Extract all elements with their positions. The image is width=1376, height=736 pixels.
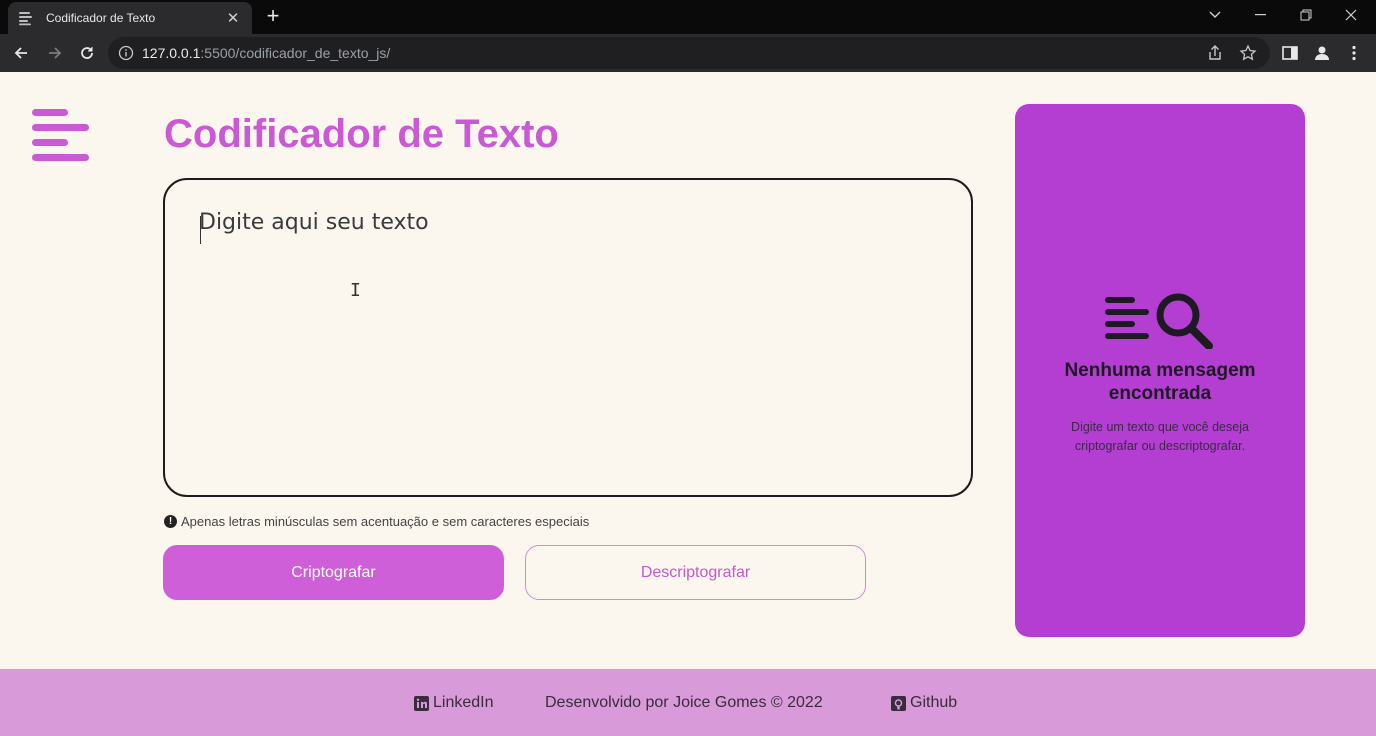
footer-credit: Desenvolvido por Joice Gomes © 2022 (545, 694, 823, 711)
encrypt-button[interactable]: Criptografar (163, 545, 504, 600)
reload-icon (81, 47, 93, 59)
browser-titlebar: Codificador de Texto ✕ + (0, 0, 1376, 34)
close-icon (1345, 9, 1357, 21)
new-tab-button[interactable]: + (262, 5, 284, 29)
minimize-icon (1255, 14, 1266, 16)
menu-kebab-icon[interactable] (1345, 44, 1363, 62)
arrow-left-icon (14, 47, 27, 59)
site-info-icon[interactable] (118, 45, 134, 61)
restore-icon (1300, 9, 1312, 21)
url-text: 127.0.0.1:5500/codificador_de_texto_js/ (142, 45, 390, 61)
minimize-button[interactable] (1238, 0, 1284, 30)
tab-search-button[interactable] (1192, 0, 1238, 30)
tab-title: Codificador de Texto (46, 11, 156, 25)
github-link[interactable]: Github (891, 694, 957, 712)
footer: LinkedIn Desenvolvido por Joice Gomes © … (0, 669, 1376, 736)
restore-button[interactable] (1283, 0, 1329, 30)
url-host: 127.0.0.1 (142, 45, 201, 61)
chevron-down-icon (1209, 11, 1221, 18)
page-content: Codificador de Texto I ! Apenas letras m… (0, 72, 1376, 669)
no-message-title: Nenhuma mensagem encontrada (1064, 360, 1256, 404)
decrypt-button[interactable]: Descriptografar (525, 545, 866, 600)
browser-tab[interactable]: Codificador de Texto ✕ (8, 2, 252, 34)
output-panel: Nenhuma mensagem encontrada Digite um te… (1015, 104, 1305, 637)
page-title: Codificador de Texto (164, 112, 559, 156)
address-bar[interactable]: 127.0.0.1:5500/codificador_de_texto_js/ (108, 37, 1270, 69)
url-path: :5500/codificador_de_texto_js/ (200, 45, 391, 61)
back-button[interactable] (6, 38, 36, 68)
share-icon[interactable] (1206, 44, 1224, 62)
linkedin-link[interactable]: LinkedIn (414, 694, 494, 712)
input-warning: ! Apenas letras minúsculas sem acentuaçã… (164, 514, 589, 529)
github-label: Github (910, 694, 958, 711)
text-input-box[interactable]: I (163, 178, 973, 497)
github-icon (891, 695, 906, 711)
no-message-text: Digite um texto que você deseja criptogr… (1071, 420, 1249, 453)
exclamation-icon: ! (164, 515, 177, 528)
search-lines-icon (1105, 293, 1213, 349)
reload-button[interactable] (72, 38, 102, 68)
tab-close-icon[interactable]: ✕ (224, 9, 242, 27)
arrow-right-icon (49, 47, 62, 59)
browser-toolbar: 127.0.0.1:5500/codificador_de_texto_js/ (0, 34, 1376, 72)
text-caret (200, 216, 201, 244)
lines-logo-icon[interactable] (32, 108, 90, 166)
warning-text: Apenas letras minúsculas sem acentuação … (181, 514, 590, 529)
profile-icon[interactable] (1313, 44, 1331, 62)
close-window-button[interactable] (1328, 0, 1374, 30)
page-favicon-icon (19, 12, 32, 26)
bookmark-star-icon[interactable] (1239, 44, 1257, 62)
forward-button[interactable] (40, 38, 70, 68)
side-panel-icon[interactable] (1281, 44, 1299, 62)
ibeam-cursor-icon: I (350, 280, 361, 301)
linkedin-label: LinkedIn (433, 694, 494, 711)
text-input[interactable] (199, 210, 919, 470)
linkedin-icon (414, 695, 429, 711)
